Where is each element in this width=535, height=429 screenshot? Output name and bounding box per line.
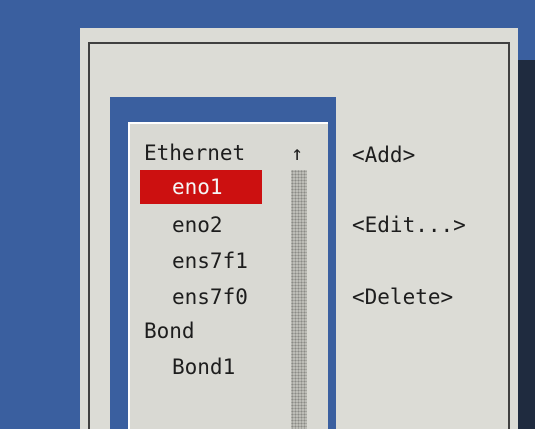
add-button[interactable]: <Add> (352, 140, 415, 170)
connection-item-bond1[interactable]: Bond1 (172, 352, 235, 382)
connection-item-eno2[interactable]: eno2 (172, 210, 223, 240)
scroll-up-arrow-icon[interactable]: ↑ (291, 138, 303, 168)
edit-button[interactable]: <Edit...> (352, 210, 466, 240)
scrollbar-track[interactable] (291, 170, 307, 429)
connection-item-ens7f1[interactable]: ens7f1 (172, 246, 248, 276)
group-label-ethernet: Ethernet (144, 141, 246, 165)
delete-button[interactable]: <Delete> (352, 282, 453, 312)
connection-item-ens7f0[interactable]: ens7f0 (172, 282, 248, 312)
connection-item-eno1[interactable]: eno1 (172, 172, 223, 202)
group-label-bond: Bond (144, 319, 195, 343)
